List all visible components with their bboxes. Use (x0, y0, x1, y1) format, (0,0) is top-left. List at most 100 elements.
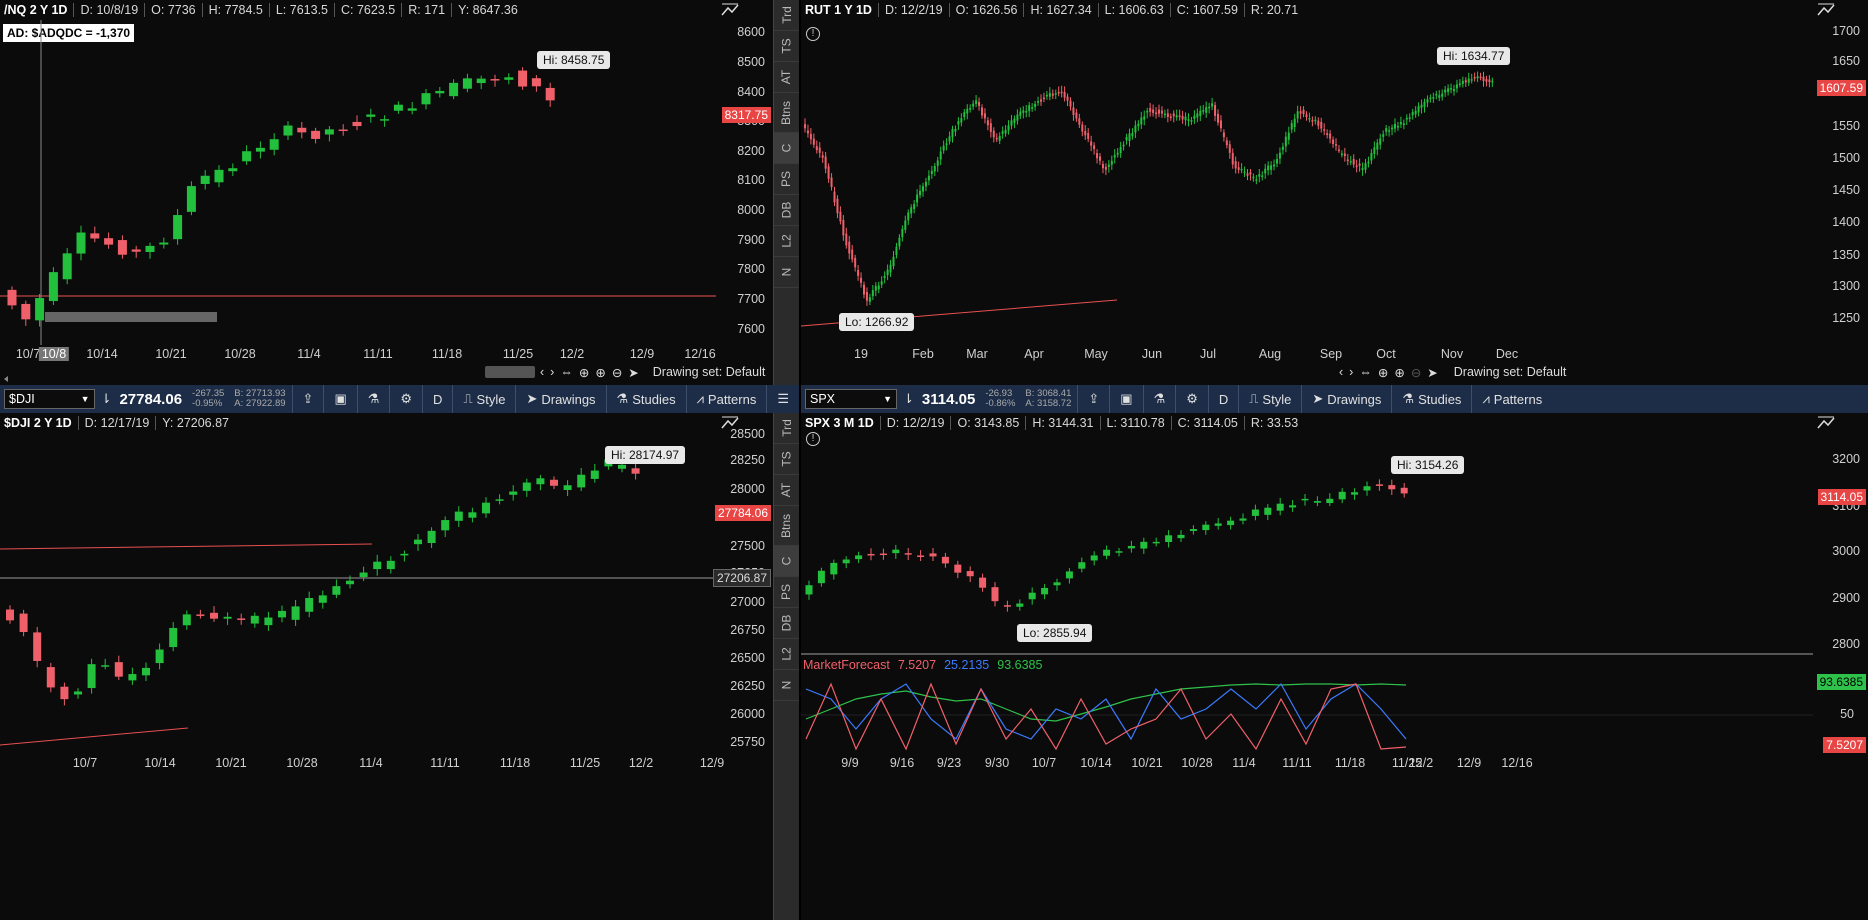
expand-icon[interactable]: ⇔ (1359, 365, 1372, 379)
scroll-right-icon[interactable]: › (1349, 365, 1353, 379)
y-tick: 1300 (1832, 279, 1860, 293)
period-button[interactable]: D (422, 385, 452, 413)
candle-body (1090, 555, 1098, 561)
period-button[interactable]: D (1207, 385, 1238, 413)
share-icon[interactable]: ⇪ (291, 385, 324, 413)
price-type-icon[interactable]: ⇂ (99, 391, 114, 407)
left-toolbar: $DJI ▼ ⇂ 27784.06 -267.35 -0.95% B: 27713.… (0, 385, 799, 413)
rut-chart-settings-icon[interactable] (1816, 2, 1836, 18)
nq-chart-panel[interactable]: /NQ 2 Y 1D D: 10/8/19 O: 7736 H: 7784.5 … (0, 0, 773, 385)
scroll-left-icon[interactable]: ‹ (540, 365, 544, 379)
grid-icon[interactable]: ▣ (1109, 385, 1142, 413)
zoom-out-icon[interactable]: ⊖ (1411, 365, 1421, 380)
crosshair-icon[interactable]: ⊕ (1378, 365, 1388, 380)
share-icon[interactable]: ⇪ (1077, 385, 1109, 413)
price-type-icon[interactable]: ⇂ (901, 391, 916, 407)
study-value-3: 93.6385 (997, 658, 1043, 672)
candle-body (1458, 83, 1461, 85)
sidebar-tab-btns[interactable]: Btns (774, 93, 799, 133)
study-divider[interactable] (801, 653, 1813, 655)
sidebar-tab-ts[interactable]: TS (774, 444, 799, 475)
rut-plot[interactable] (801, 20, 1813, 345)
nq-drawing-set[interactable]: Drawing set: Default (653, 365, 766, 379)
candle-body (1326, 133, 1329, 136)
right-last-price: 3114.05 (921, 390, 976, 408)
candle-body (6, 609, 14, 621)
x-tick: 11/4 (1232, 756, 1256, 770)
symbol-input-right[interactable]: SPX ▼ (805, 389, 897, 409)
drawings-button[interactable]: ➤ Drawings (1301, 385, 1391, 413)
candle-body (848, 241, 851, 254)
dji-chart-panel[interactable]: $DJI 2 Y 1D D: 12/17/19 Y: 27206.87 2850… (0, 413, 773, 920)
rut-cell-close: C: 1607.59 (1169, 3, 1244, 17)
x-tick: 11/18 (499, 756, 531, 770)
spx-chart-panel[interactable]: SPX 3 M 1D D: 12/2/19 O: 3143.85 H: 3144… (801, 413, 1868, 920)
sidebar-tab-trd[interactable]: Trd (774, 0, 799, 31)
patterns-button[interactable]: ⩘ Patterns (685, 385, 767, 413)
candle-body (1296, 111, 1299, 119)
candle-body (1119, 146, 1122, 154)
zoom-out-icon[interactable]: ⊖ (612, 365, 622, 380)
sidebar-tab-at[interactable]: AT (774, 475, 799, 506)
pointer-icon[interactable]: ➤ (628, 365, 638, 380)
sidebar-tab-trd[interactable]: Trd (774, 413, 799, 444)
sidebar-tab-c[interactable]: C (774, 546, 799, 577)
nq-plot[interactable] (0, 20, 716, 345)
candle-body (1205, 107, 1208, 113)
nq-scroll-thumb[interactable] (485, 366, 535, 378)
zoom-in-icon[interactable]: ⊕ (1394, 365, 1404, 380)
dropdown-icon[interactable]: ▼ (81, 394, 90, 404)
candle-body (1388, 485, 1396, 490)
style-button[interactable]: ⎍ Style (452, 385, 515, 413)
style-button[interactable]: ⎍ Style (1238, 385, 1301, 413)
sidebar-tab-db[interactable]: DB (774, 608, 799, 639)
sidebar-tab-ts[interactable]: TS (774, 31, 799, 62)
nq-nav-controls: ‹ › ⇔ ⊕ ⊕ ⊖ ➤ Drawing set: Default (540, 362, 765, 382)
symbol-input-left[interactable]: $DJI ▼ (4, 389, 95, 409)
sidebar-tab-n[interactable]: N (774, 257, 799, 288)
spx-plot[interactable] (801, 433, 1813, 655)
studies-button[interactable]: ⚗ Studies (605, 385, 686, 413)
crosshair-icon[interactable]: ⊕ (579, 365, 589, 380)
x-tick: 11/25 (502, 347, 534, 361)
patterns-button[interactable]: ⩘ Patterns (1471, 385, 1552, 413)
menu-list-icon[interactable]: ☰ (766, 385, 799, 413)
settings-gear-icon[interactable]: ⚙ (389, 385, 422, 413)
settings-gear-icon[interactable]: ⚙ (1175, 385, 1208, 413)
zoom-in-icon[interactable]: ⊕ (595, 365, 605, 380)
sidebar-tab-at[interactable]: AT (774, 62, 799, 93)
nq-chart-settings-icon[interactable] (720, 2, 740, 18)
sidebar-tab-n[interactable]: N (774, 670, 799, 701)
candle-body (462, 78, 472, 89)
sidebar-tab-ps[interactable]: PS (774, 164, 799, 195)
candle-body (919, 190, 922, 196)
x-tick: Oct (1376, 347, 1396, 361)
sidebar-tab-l2[interactable]: L2 (774, 226, 799, 257)
candle-body (830, 562, 838, 575)
sidebar-tab-c[interactable]: C (774, 133, 799, 164)
candle-body (1405, 117, 1408, 120)
study-name[interactable]: MarketForecast (803, 658, 890, 672)
sidebar-tab-btns[interactable]: Btns (774, 506, 799, 546)
drawings-button[interactable]: ➤ Drawings (515, 385, 605, 413)
dji-plot[interactable] (0, 433, 716, 753)
scroll-right-icon[interactable]: › (550, 365, 554, 379)
scroll-left-icon[interactable]: ‹ (1339, 365, 1343, 379)
rut-drawing-set[interactable]: Drawing set: Default (1454, 365, 1567, 379)
expand-icon[interactable]: ⇔ (560, 365, 573, 379)
pointer-icon[interactable]: ➤ (1427, 365, 1437, 380)
rut-last-price-tag: 1607.59 (1816, 80, 1866, 96)
x-tick: Apr (1024, 347, 1044, 361)
study-plot[interactable] (801, 675, 1813, 753)
studies-button[interactable]: ⚗ Studies (1391, 385, 1471, 413)
rut-chart-panel[interactable]: RUT 1 Y 1D D: 12/2/19 O: 1626.56 H: 1627… (801, 0, 1868, 385)
sidebar-tab-ps[interactable]: PS (774, 577, 799, 608)
studies-flask-icon[interactable]: ⚗ (1142, 385, 1176, 413)
studies-flask-icon[interactable]: ⚗ (356, 385, 390, 413)
sidebar-tab-l2[interactable]: L2 (774, 639, 799, 670)
sidebar-tab-db[interactable]: DB (774, 195, 799, 226)
candle-body (1358, 163, 1361, 166)
dropdown-icon[interactable]: ▼ (883, 394, 892, 404)
grid-icon[interactable]: ▣ (323, 385, 356, 413)
rut-nav-controls: ‹ › ⇔ ⊕ ⊕ ⊖ ➤ Drawing set: Default (1339, 362, 1566, 382)
